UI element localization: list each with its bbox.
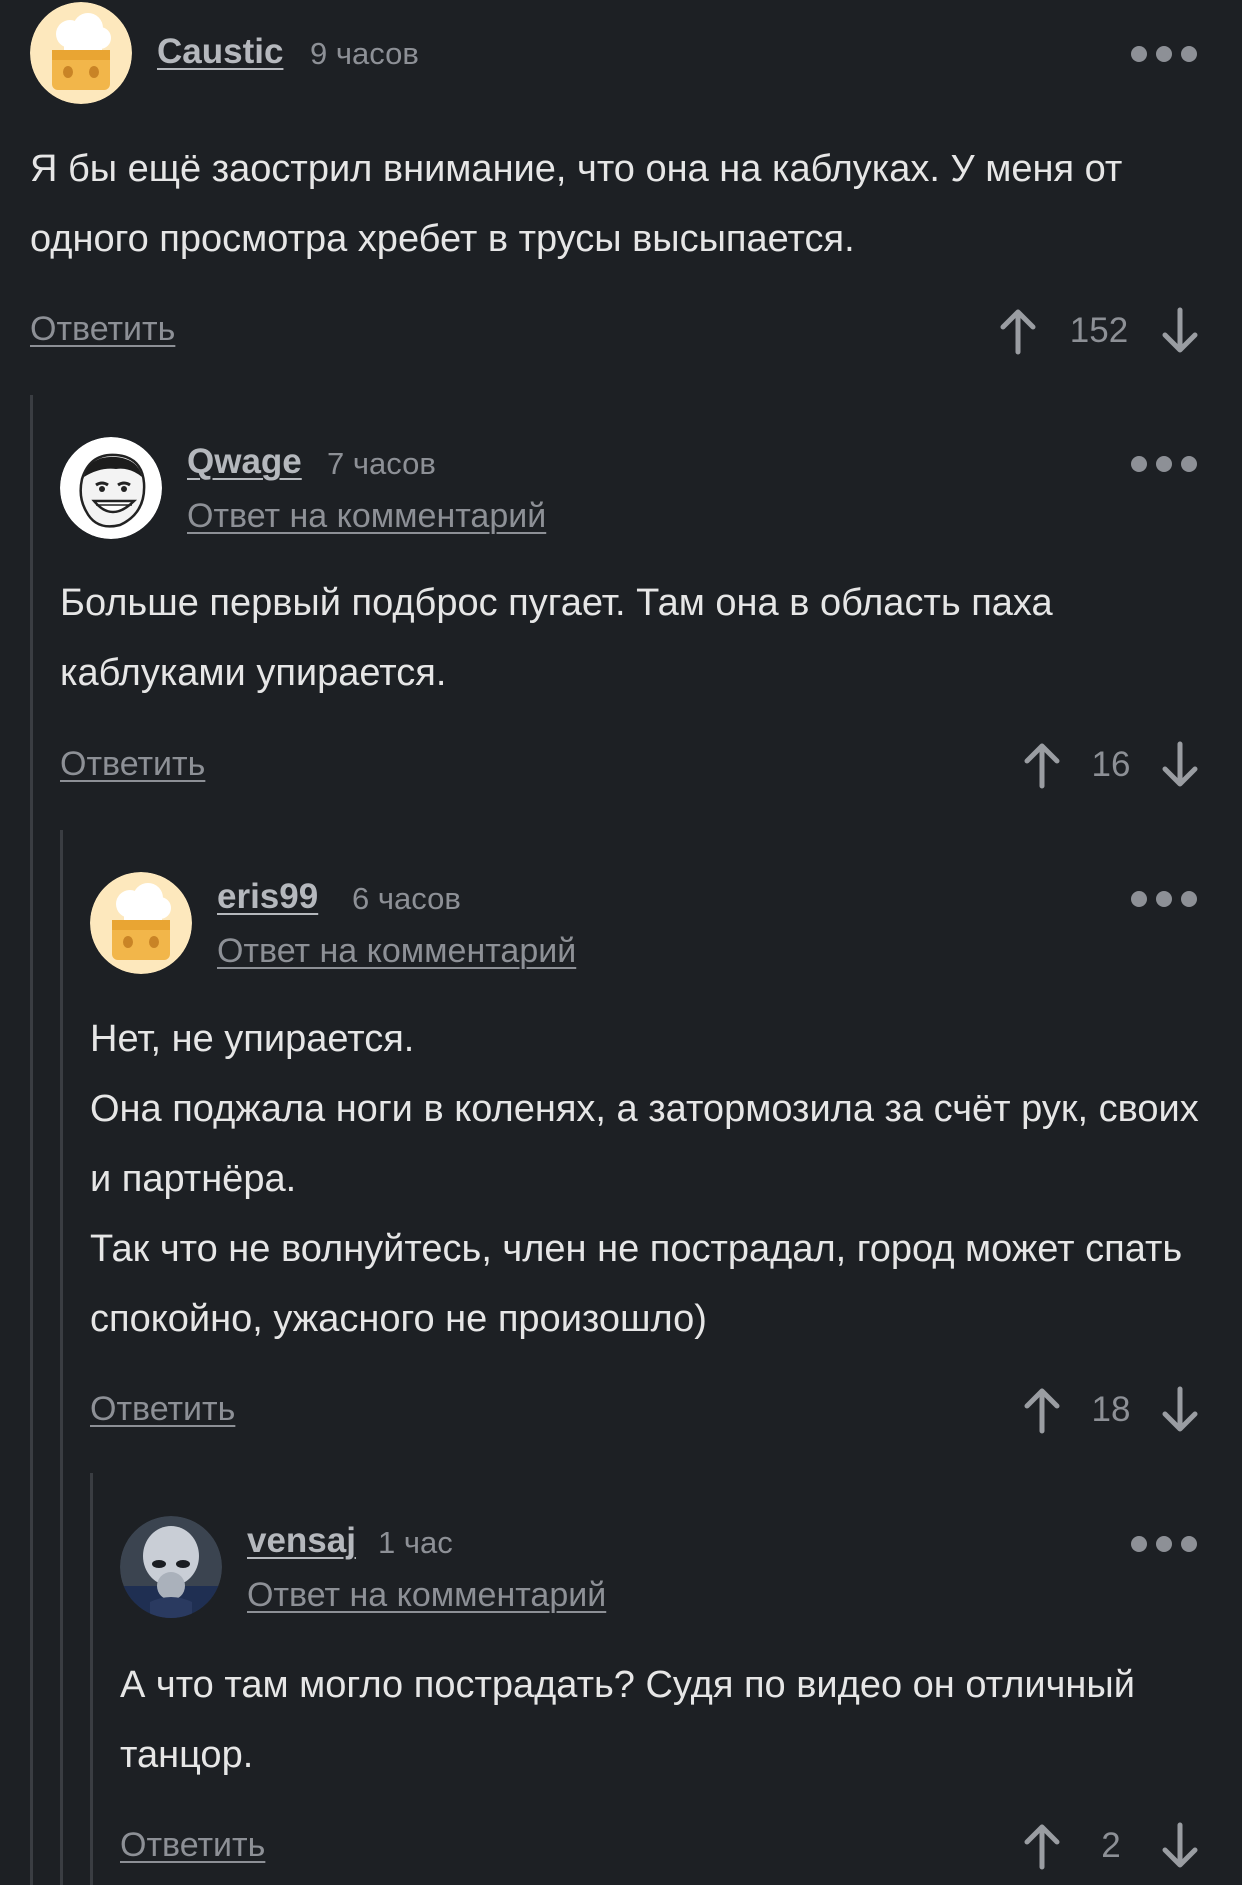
comment-body: А что там могло пострадать? Судя по виде… (120, 1664, 1135, 1776)
upvote-arrow-icon[interactable] (1022, 740, 1062, 790)
vote-count: 2 (1101, 1826, 1121, 1865)
thread-line-level-2 (60, 830, 63, 1885)
comment-body: Больше первый подброс пугает. Там она в … (60, 582, 1053, 694)
upvote-arrow-icon[interactable] (1022, 1821, 1062, 1871)
thread-line-level-1 (30, 395, 33, 1885)
downvote-arrow-icon[interactable] (1160, 306, 1200, 356)
reply-button[interactable]: Ответить (120, 1826, 265, 1865)
reply-button[interactable]: Ответить (90, 1390, 235, 1429)
comment-author[interactable]: Qwage (187, 442, 302, 482)
vote-controls: 152 (998, 306, 1200, 356)
comment-time: 9 часов (310, 36, 419, 71)
downvote-arrow-icon[interactable] (1160, 1385, 1200, 1435)
vote-controls: 18 (1022, 1385, 1200, 1435)
comment-time: 6 часов (352, 881, 461, 916)
upvote-arrow-icon[interactable] (998, 306, 1038, 356)
thread-line-level-3 (90, 1473, 93, 1885)
more-options-icon[interactable] (1131, 1535, 1197, 1553)
reply-to-link[interactable]: Ответ на комментарий (187, 497, 546, 536)
upvote-arrow-icon[interactable] (1022, 1385, 1062, 1435)
downvote-arrow-icon[interactable] (1160, 740, 1200, 790)
vote-count: 18 (1091, 1390, 1131, 1429)
vote-controls: 2 (1022, 1821, 1200, 1871)
vote-count: 16 (1091, 745, 1131, 784)
reply-to-link[interactable]: Ответ на комментарий (217, 932, 576, 971)
comment-body: Я бы ещё заострил внимание, что она на к… (30, 148, 1123, 260)
vote-controls: 16 (1022, 740, 1200, 790)
reply-button[interactable]: Ответить (30, 310, 175, 349)
comment-body: Нет, не упирается. Она поджала ноги в ко… (90, 1018, 1199, 1340)
more-options-icon[interactable] (1131, 890, 1197, 908)
downvote-arrow-icon[interactable] (1160, 1821, 1200, 1871)
comment-time: 1 час (378, 1525, 453, 1560)
meme-face-avatar-icon[interactable] (60, 437, 162, 539)
more-options-icon[interactable] (1131, 45, 1197, 63)
alien-avatar-icon[interactable] (120, 1516, 222, 1618)
comment-time: 7 часов (327, 446, 436, 481)
reply-to-link[interactable]: Ответ на комментарий (247, 1576, 606, 1615)
more-options-icon[interactable] (1131, 455, 1197, 473)
vote-count: 152 (1069, 311, 1129, 350)
chef-hat-avatar-icon[interactable] (30, 2, 132, 104)
comment-author[interactable]: Caustic (157, 32, 283, 72)
comment-author[interactable]: eris99 (217, 877, 318, 917)
chef-hat-avatar-icon[interactable] (90, 872, 192, 974)
reply-button[interactable]: Ответить (60, 745, 205, 784)
comment-author[interactable]: vensaj (247, 1521, 356, 1561)
